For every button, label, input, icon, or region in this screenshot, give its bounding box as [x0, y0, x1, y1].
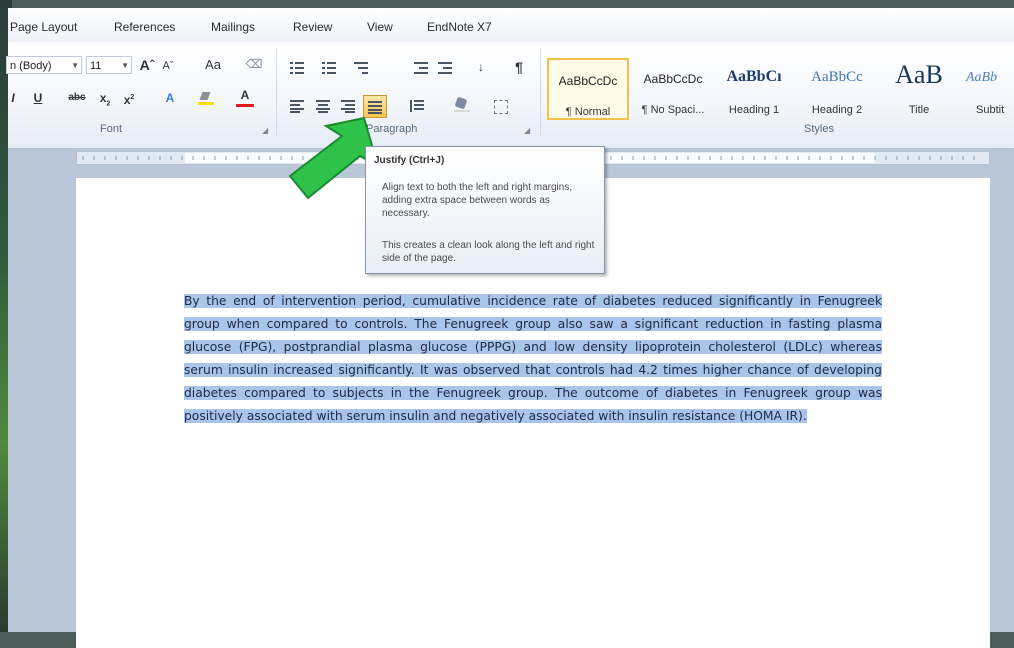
tab-page-layout[interactable]: Page Layout	[10, 20, 77, 34]
justify-tooltip: Justify (Ctrl+J) Align text to both the …	[365, 146, 605, 274]
style-sample: AaBb	[966, 70, 998, 85]
numbering-icon[interactable]	[322, 62, 336, 74]
paragraph-dialog-launcher-icon[interactable]: ◢	[524, 126, 530, 135]
tab-mailings[interactable]: Mailings	[211, 20, 255, 34]
font-size-value: 11	[90, 60, 102, 72]
chevron-down-icon: ▼	[71, 61, 79, 70]
align-right-icon[interactable]	[341, 100, 355, 113]
clear-formatting-icon[interactable]: ⌫	[244, 54, 264, 74]
style-name: ¶ Normal	[565, 106, 611, 118]
group-divider	[540, 48, 541, 136]
tooltip-title: Justify (Ctrl+J)	[374, 155, 445, 166]
sort-icon[interactable]: ↓	[470, 57, 492, 77]
font-name-value: n (Body)	[10, 60, 52, 72]
tooltip-description-2: This creates a clean look along the left…	[382, 240, 595, 264]
justify-button[interactable]	[363, 95, 387, 118]
font-size-combo[interactable]: 11 ▼	[86, 56, 132, 74]
ribbon-tab-strip: Page Layout References Mailings Review V…	[8, 8, 1014, 43]
style-heading-1[interactable]: AaBbCı Heading 1	[713, 58, 795, 120]
ribbon: n (Body) ▼ 11 ▼ Aˆ Aˇ Aa ⌫ I U abc x2 x2…	[6, 42, 1014, 149]
tab-endnote[interactable]: EndNote X7	[427, 20, 492, 34]
style-name: Heading 1	[728, 104, 780, 116]
justify-icon	[368, 101, 382, 114]
grow-font-button[interactable]: Aˆ	[138, 55, 156, 75]
style-normal[interactable]: AaBbCcDc ¶ Normal	[547, 58, 629, 120]
font-dialog-launcher-icon[interactable]: ◢	[262, 126, 268, 135]
strikethrough-icon[interactable]: abc	[66, 88, 88, 108]
bullets-icon[interactable]	[290, 62, 304, 74]
tooltip-description: Align text to both the left and right ma…	[382, 182, 573, 219]
style-sample: AaBbCc	[811, 69, 863, 85]
style-sample: AaB	[895, 60, 943, 89]
change-case-button[interactable]: Aa	[198, 55, 228, 75]
word-window: Page Layout References Mailings Review V…	[6, 8, 1014, 648]
selected-text[interactable]: By the end of intervention period, cumul…	[184, 294, 882, 423]
italic-icon[interactable]: I	[6, 88, 20, 108]
document-paragraph[interactable]: By the end of intervention period, cumul…	[184, 290, 882, 428]
style-heading-2[interactable]: AaBbCc Heading 2	[796, 58, 878, 120]
shading-icon[interactable]	[454, 96, 470, 112]
style-title[interactable]: AaB Title	[878, 58, 960, 120]
style-sample: AaBbCcDc	[643, 72, 703, 86]
multilevel-list-icon[interactable]	[354, 62, 368, 74]
underline-icon[interactable]: U	[30, 88, 46, 108]
align-left-icon[interactable]	[290, 100, 304, 113]
tab-references[interactable]: References	[114, 20, 175, 34]
chevron-down-icon: ▼	[121, 61, 129, 70]
borders-icon[interactable]	[494, 100, 508, 114]
style-name: Title	[908, 104, 930, 116]
group-divider	[276, 48, 277, 136]
decrease-indent-icon[interactable]	[414, 62, 428, 74]
font-group-label: Font	[100, 123, 123, 135]
subscript-icon[interactable]: x2	[96, 88, 114, 108]
style-subtitle[interactable]: AaBb Subtit	[960, 58, 1014, 120]
style-sample: AaBbCcDc	[558, 74, 618, 88]
font-color-icon[interactable]: A	[236, 86, 254, 107]
show-formatting-icon[interactable]: ¶	[510, 57, 528, 77]
styles-group-label: Styles	[804, 123, 834, 135]
style-name: ¶ No Spaci...	[641, 104, 705, 116]
style-no-spacing[interactable]: AaBbCcDc ¶ No Spaci...	[632, 58, 714, 120]
style-name: Heading 2	[811, 104, 863, 116]
superscript-icon[interactable]: x2	[120, 88, 138, 108]
style-name: Subtit	[976, 104, 1005, 116]
font-name-combo[interactable]: n (Body) ▼	[6, 56, 82, 74]
increase-indent-icon[interactable]	[438, 62, 452, 74]
text-effects-icon[interactable]: A	[160, 88, 180, 108]
align-center-icon[interactable]	[316, 100, 330, 113]
tab-view[interactable]: View	[367, 20, 393, 34]
highlight-icon[interactable]	[198, 92, 214, 105]
line-spacing-icon[interactable]	[410, 100, 424, 112]
tab-review[interactable]: Review	[293, 20, 332, 34]
style-sample: AaBbCı	[726, 68, 782, 85]
shrink-font-button[interactable]: Aˇ	[160, 56, 176, 76]
